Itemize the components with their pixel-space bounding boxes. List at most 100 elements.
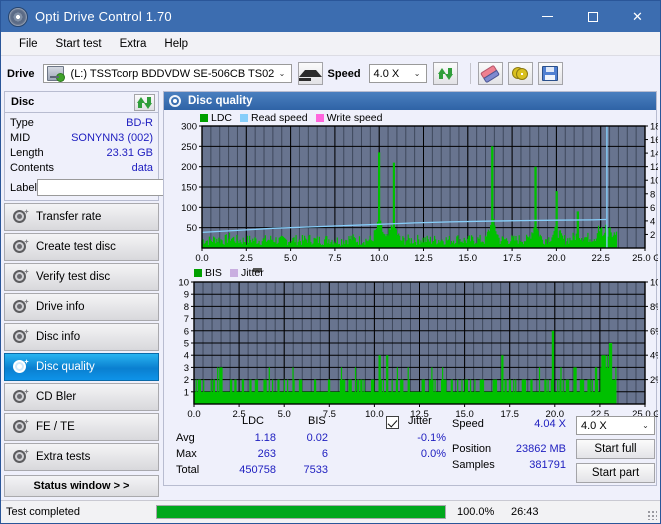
- refresh-button[interactable]: [432, 62, 458, 85]
- sidebar-item-disc-quality[interactable]: Disc quality: [4, 353, 159, 381]
- stats-max-bis: 6: [321, 448, 328, 460]
- y-tick-label: 100: [181, 203, 197, 214]
- start-part-button[interactable]: Start part: [576, 463, 655, 483]
- sidebar-item-label: CD Bler: [36, 391, 77, 403]
- chevron-down-icon: ⌄: [278, 69, 286, 78]
- legend-swatch: [315, 114, 324, 122]
- progress-bar: [156, 505, 446, 519]
- speed-select-value: 4.0 X: [373, 67, 400, 80]
- stats-row-total-label: Total: [176, 464, 200, 476]
- menu-start-test[interactable]: Start test: [47, 35, 111, 53]
- stats-avg-ldc: 1.18: [254, 432, 276, 444]
- refresh-icon: [137, 96, 152, 109]
- y2-tick-label: 8%: [650, 302, 658, 313]
- sidebar-item-label: Transfer rate: [36, 211, 102, 223]
- top-chart-legend: LDC Read speed Write speed: [200, 112, 387, 124]
- result-speed-select[interactable]: 4.0 X ⌄: [576, 416, 655, 435]
- y-tick-label: 300: [181, 122, 197, 133]
- y2-tick-label: 18 X: [650, 122, 658, 133]
- legend-swatch: [194, 269, 202, 277]
- sidebar-item-cd-bler[interactable]: CD Bler: [4, 383, 159, 411]
- progress-fill: [157, 506, 445, 518]
- window-title: Opti Drive Control 1.70: [35, 9, 172, 24]
- y-tick-label: 150: [181, 183, 197, 194]
- sidebar-item-create-test-disc[interactable]: Create test disc: [4, 233, 159, 261]
- extra-tests-icon: [12, 449, 29, 464]
- disc-panel-title: Disc: [11, 96, 35, 108]
- y-tick-label: 7: [184, 314, 189, 325]
- menu-help[interactable]: Help: [155, 35, 197, 53]
- disc-row-contents: Contents data: [10, 161, 153, 176]
- top-chart: 0.0 2.5 5.0 7.5 10.0 12.5 15.0 17.5 20.0 22.5 25.0…: [181, 122, 658, 265]
- stats-max-jitter: 0.0%: [420, 448, 446, 460]
- disc-type-value: BD-R: [126, 117, 153, 129]
- status-window-button[interactable]: Status window > >: [4, 475, 159, 497]
- progress-percent: 100.0%: [457, 506, 495, 518]
- resize-grip[interactable]: [647, 510, 657, 520]
- drive-select[interactable]: (L:) TSSTcorp BDDVDW SE-506CB TS02 ⌄: [42, 64, 292, 83]
- eject-button[interactable]: [297, 62, 323, 85]
- disc-contents-value: data: [131, 162, 153, 174]
- create-test-disc-icon: [12, 239, 29, 254]
- y-tick-label: 50: [186, 223, 197, 234]
- sidebar-item-extra-tests[interactable]: Extra tests: [4, 443, 159, 471]
- y-tick-label: 2: [184, 375, 189, 386]
- maximize-icon: [587, 11, 598, 22]
- disc-mid-value: SONYNN3 (002): [71, 132, 153, 144]
- erase-button[interactable]: [477, 62, 503, 85]
- sidebar-item-verify-test-disc[interactable]: Verify test disc: [4, 263, 159, 291]
- y-tick-label: 4: [184, 351, 189, 362]
- charts-area: LDC Read speed Write speed BIS Jitter 0.0 2.…: [164, 110, 658, 420]
- sidebar-item-transfer-rate[interactable]: Transfer rate: [4, 203, 159, 231]
- y2-tick-label: 6%: [650, 326, 658, 337]
- bottom-chart: 0.0 2.5 5.0 7.5 10.0 12.5 15.0 17.5 20.0 22.5 25.0…: [178, 278, 658, 421]
- y-tick-label: 5: [184, 339, 189, 350]
- title-bar: Opti Drive Control 1.70 ✕: [1, 1, 660, 32]
- legend-label: Write speed: [326, 112, 383, 124]
- y2-tick-label: 10%: [650, 278, 658, 289]
- disc-refresh-button[interactable]: [134, 93, 155, 111]
- y-tick-label: 1: [184, 387, 189, 398]
- disc-length-value: 23.31 GB: [106, 147, 153, 159]
- save-button[interactable]: [537, 62, 563, 85]
- y2-tick-label: 2%: [650, 375, 658, 386]
- disc-label-label: Label: [10, 181, 37, 194]
- disc-row-length: Length 23.31 GB: [10, 146, 153, 161]
- close-button[interactable]: ✕: [615, 1, 660, 32]
- menu-extra[interactable]: Extra: [111, 35, 156, 53]
- jitter-checkbox[interactable]: [386, 416, 399, 429]
- y-tick-label: 3: [184, 363, 189, 374]
- disc-row-type: Type BD-R: [10, 116, 153, 131]
- stats-row-avg-label: Avg: [176, 432, 195, 444]
- stats-col-bis: BIS: [308, 415, 326, 427]
- drive-info-icon: [12, 299, 29, 314]
- readout-panel: Speed 4.04 X Position 23862 MB Samples 3…: [448, 415, 655, 485]
- maximize-button[interactable]: [570, 1, 615, 32]
- legend-label: LDC: [211, 112, 233, 124]
- y2-tick-label: 16 X: [650, 135, 658, 146]
- y2-tick-label: 4%: [650, 351, 658, 362]
- x-tick-label: 17.5: [503, 253, 521, 264]
- minimize-button[interactable]: [525, 1, 570, 32]
- sidebar-item-disc-info[interactable]: Disc info: [4, 323, 159, 351]
- disc-info-list: Type BD-R MID SONYNN3 (002) Length 23.31…: [5, 113, 226, 200]
- app-window: Opti Drive Control 1.70 ✕ File Start tes…: [0, 0, 661, 524]
- x-tick-label: 15.0: [459, 253, 478, 264]
- elapsed-time: 26:43: [511, 506, 539, 518]
- menu-file[interactable]: File: [10, 35, 47, 53]
- disc-label-row: Label: [10, 179, 226, 196]
- chevron-down-icon: ⌄: [413, 69, 421, 78]
- legend-swatch: [240, 114, 249, 122]
- sidebar-item-label: Drive info: [36, 301, 85, 313]
- y2-tick-label: 12 X: [650, 162, 658, 173]
- sidebar-item-drive-info[interactable]: Drive info: [4, 293, 159, 321]
- jitter-label: Jitter: [408, 415, 432, 427]
- sidebar-item-fe-te[interactable]: FE / TE: [4, 413, 159, 441]
- drive-icon: [46, 66, 65, 82]
- copy-disc-button[interactable]: [507, 62, 533, 85]
- speed-select[interactable]: 4.0 X ⌄: [368, 64, 427, 83]
- y2-tick-label: 14 X: [650, 149, 658, 160]
- y-tick-label: 200: [181, 162, 197, 173]
- x-tick-label: 12.5: [414, 253, 433, 264]
- start-full-button[interactable]: Start full: [576, 439, 655, 459]
